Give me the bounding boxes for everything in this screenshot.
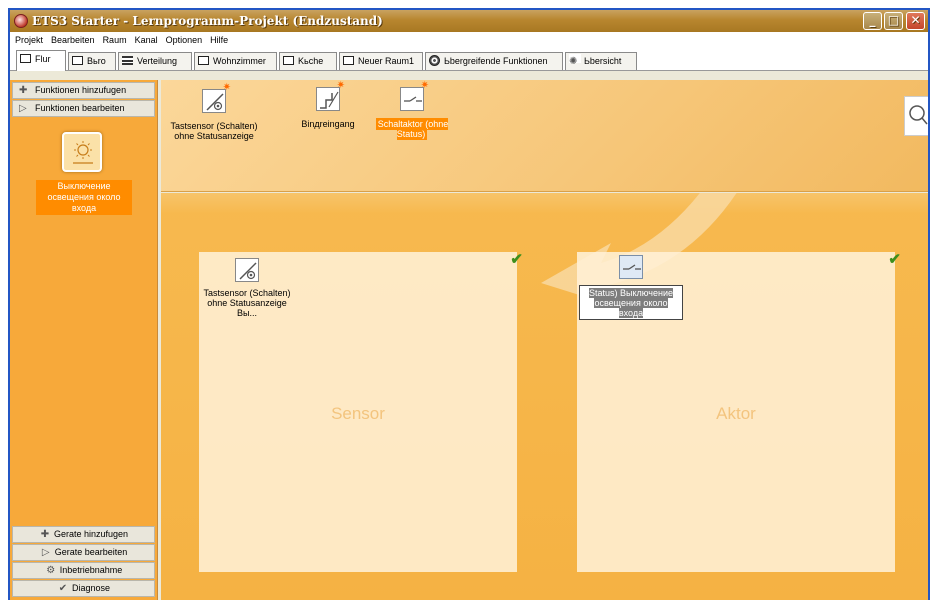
function-workspace: Tastsensor (Schalten) ohne Statusanzeige… xyxy=(161,193,928,600)
new-star-icon: ✷ xyxy=(420,80,429,91)
commissioning-button[interactable]: ⚙ Inbetriebnahme xyxy=(12,562,155,579)
new-star-icon: ✷ xyxy=(336,80,345,91)
menu-kanal[interactable]: Kanal xyxy=(135,35,158,45)
minimize-button[interactable]: _ xyxy=(863,12,882,30)
push-button-sensor-icon: ✷ xyxy=(202,83,231,113)
tab-uebersicht[interactable]: ✺ Ьbersicht xyxy=(565,52,637,70)
menu-bearbeiten[interactable]: Bearbeiten xyxy=(51,35,95,45)
room-icon xyxy=(20,54,31,63)
title-bar[interactable]: ETS3 Starter - Lernprogramm-Projekt (End… xyxy=(10,10,928,32)
window-title: ETS3 Starter - Lernprogramm-Projekt (End… xyxy=(32,14,383,28)
add-devices-button[interactable]: ✚ Gerate hinzufugen xyxy=(12,526,155,543)
app-window: ETS3 Starter - Lernprogramm-Projekt (End… xyxy=(8,8,930,600)
actor-zone[interactable]: Status) Выключение освещения около входа… xyxy=(577,251,901,572)
switch-actuator-icon xyxy=(619,255,643,279)
function-label[interactable]: Выключение освещения около входа xyxy=(36,180,132,215)
list-icon xyxy=(122,56,133,64)
edit-functions-button[interactable]: ▷ Funktionen bearbeiten xyxy=(12,100,155,117)
app-icon xyxy=(14,14,28,28)
eye-icon: ✺ xyxy=(569,54,581,67)
search-button[interactable] xyxy=(904,96,928,136)
room-icon xyxy=(343,56,354,65)
actor-device-item[interactable]: Status) Выключение освещения около входа xyxy=(579,255,683,320)
edit-devices-button[interactable]: ▷ Gerate bearbeiten xyxy=(12,544,155,561)
add-functions-button[interactable]: ✚ Funktionen hinzufugen xyxy=(12,82,155,99)
room-icon xyxy=(72,56,83,65)
rename-field[interactable]: Status) Выключение освещения около входа xyxy=(579,285,683,320)
check-icon: ✔ xyxy=(510,251,523,268)
tab-neuer-raum1[interactable]: Neuer Raum1 xyxy=(339,52,423,70)
puzzle-icon: ✚ xyxy=(40,529,50,540)
tab-kueche[interactable]: Kьche xyxy=(279,52,337,70)
menu-projekt[interactable]: Projekt xyxy=(15,35,43,45)
tab-flur[interactable]: Flur xyxy=(16,50,66,71)
sensor-device-item[interactable]: Tastsensor (Schalten) ohne Statusanzeige… xyxy=(201,258,293,318)
room-tab-strip: Flur Bьro Verteilung Wohnzimmer Kьche Ne… xyxy=(10,49,928,71)
play-arrow-icon: ▷ xyxy=(19,103,27,114)
menu-bar: Projekt Bearbeiten Raum Kanal Optionen Hilfe xyxy=(10,32,928,49)
tab-uebergreifende-funktionen[interactable]: Ьbergreifende Funktionen xyxy=(425,52,563,70)
play-arrow-icon: ▷ xyxy=(41,547,50,558)
device-tastsensor[interactable]: ✷ Tastsensor (Schalten) ohne Statusanzei… xyxy=(165,83,263,142)
sensor-zone[interactable]: Tastsensor (Schalten) ohne Statusanzeige… xyxy=(199,251,523,572)
menu-optionen[interactable]: Optionen xyxy=(166,35,203,45)
device-schaltaktor[interactable]: ✷ Schaltaktor (ohne Status) xyxy=(363,81,461,140)
new-star-icon: ✷ xyxy=(222,82,231,93)
room-icon xyxy=(198,56,209,65)
close-button[interactable]: ✕ xyxy=(906,12,925,30)
push-button-sensor-icon xyxy=(235,258,259,282)
diagnose-button[interactable]: ✔ Diagnose xyxy=(12,580,155,597)
network-icon: ⚙ xyxy=(46,565,56,576)
switch-actuator-icon: ✷ xyxy=(400,81,429,111)
check-icon: ✔ xyxy=(888,251,901,268)
tab-verteilung[interactable]: Verteilung xyxy=(118,52,192,70)
tab-buero[interactable]: Bьro xyxy=(68,52,116,70)
checkmark-icon: ✔ xyxy=(58,583,68,594)
binary-input-icon: ✷ xyxy=(316,81,345,111)
function-panel: ✚ Funktionen hinzufugen ▷ Funktionen bearb… xyxy=(10,80,158,600)
puzzle-icon: ✚ xyxy=(19,85,28,96)
tab-wohnzimmer[interactable]: Wohnzimmer xyxy=(194,52,277,70)
sensor-zone-title: Sensor xyxy=(331,404,385,423)
room-icon xyxy=(283,56,294,65)
search-icon xyxy=(909,105,928,125)
menu-hilfe[interactable]: Hilfe xyxy=(210,35,228,45)
device-catalog-strip: ✷ Tastsensor (Schalten) ohne Statusanzei… xyxy=(161,80,928,192)
maximize-button[interactable]: □ xyxy=(884,12,903,30)
lighting-function-icon[interactable] xyxy=(62,132,102,172)
actor-zone-title: Aktor xyxy=(716,404,756,423)
menu-raum[interactable]: Raum xyxy=(103,35,127,45)
target-icon xyxy=(429,55,440,66)
